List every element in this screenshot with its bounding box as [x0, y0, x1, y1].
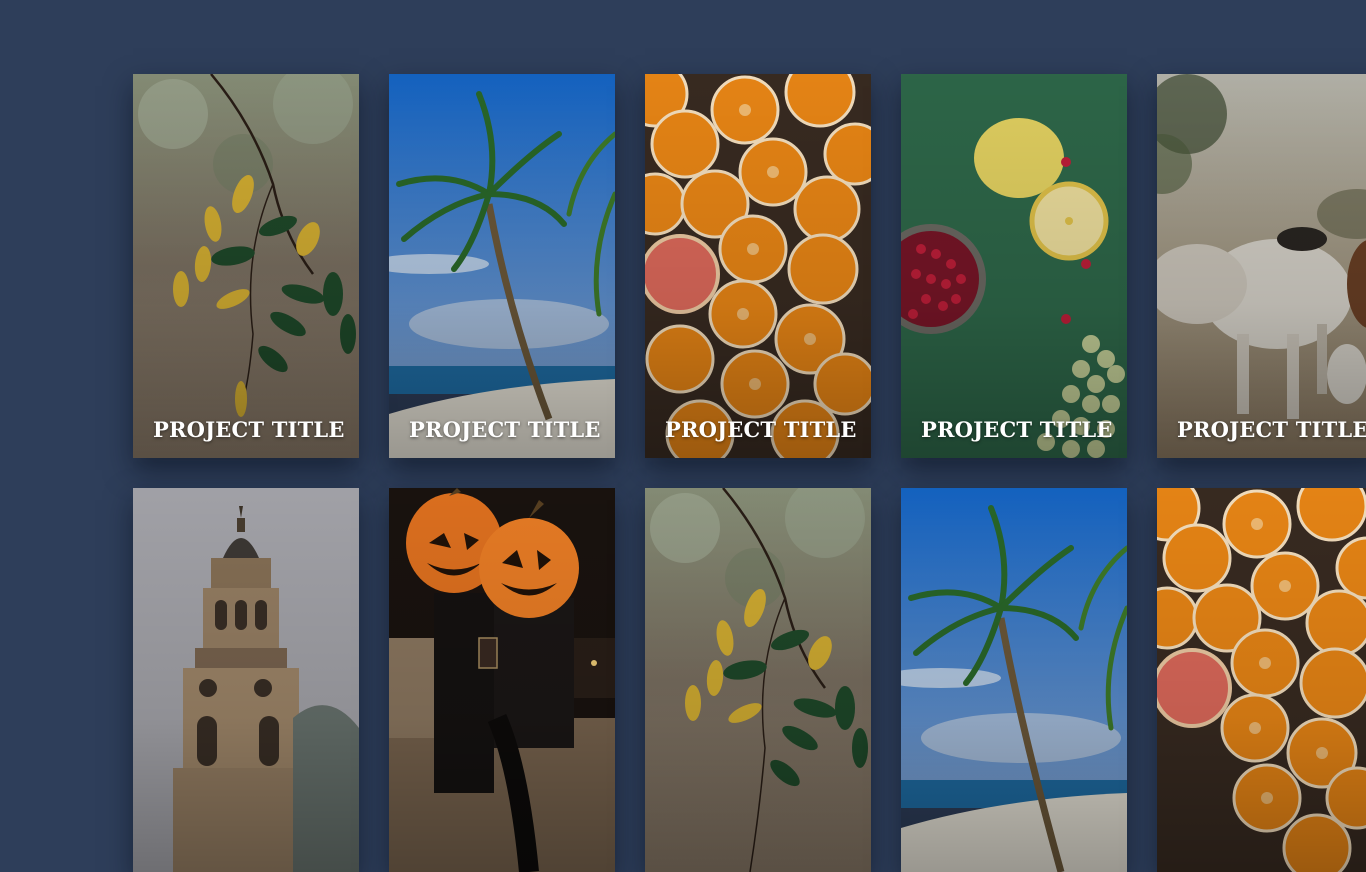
project-card[interactable]: PROJECT TITLE — [901, 74, 1127, 458]
project-card[interactable]: PROJECT TITLE — [389, 74, 615, 458]
project-title: PROJECT TITLE — [921, 417, 1113, 442]
project-title: PROJECT TITLE — [153, 417, 345, 442]
project-title: PROJECT TITLE — [665, 417, 857, 442]
image-overlay — [901, 74, 1127, 458]
image-overlay — [1157, 74, 1366, 458]
project-card[interactable] — [389, 488, 615, 872]
project-title: PROJECT TITLE — [1177, 417, 1366, 442]
image-overlay — [133, 74, 359, 458]
project-card[interactable] — [1157, 488, 1366, 872]
image-overlay — [133, 488, 359, 872]
project-card[interactable]: PROJECT TITLE — [133, 74, 359, 458]
project-card[interactable] — [133, 488, 359, 872]
image-overlay — [389, 74, 615, 458]
image-overlay — [901, 488, 1127, 872]
project-card[interactable] — [901, 488, 1127, 872]
image-overlay — [645, 74, 871, 458]
project-card[interactable]: PROJECT TITLE — [1157, 74, 1366, 458]
image-overlay — [1157, 488, 1366, 872]
project-gallery: PROJECT TITLE PROJECT TITLE PROJECT TITL… — [133, 74, 1366, 872]
project-card[interactable] — [645, 488, 871, 872]
image-overlay — [389, 488, 615, 872]
project-card[interactable]: PROJECT TITLE — [645, 74, 871, 458]
project-title: PROJECT TITLE — [409, 417, 601, 442]
image-overlay — [645, 488, 871, 872]
